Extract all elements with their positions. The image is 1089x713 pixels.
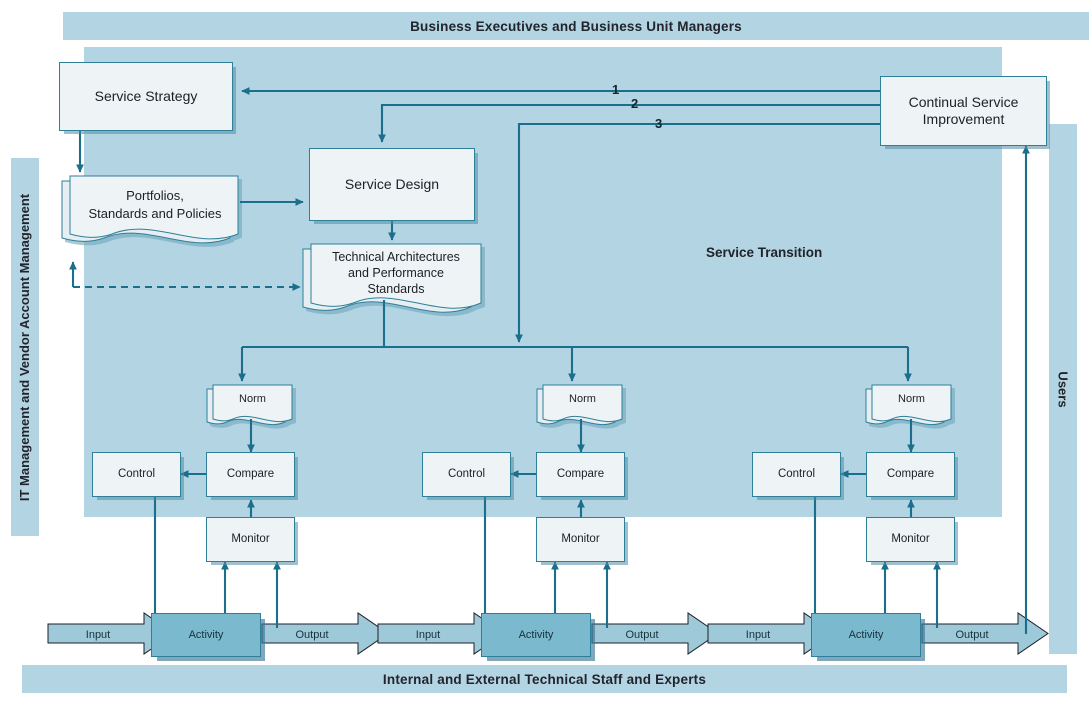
feedback-label-3: 3 [655, 116, 663, 131]
label-input-2-text: Input [415, 628, 441, 641]
doc-norm-1[interactable]: Norm [213, 385, 292, 419]
itil-service-management-diagram: Business Executives and Business Unit Ma… [0, 0, 1089, 713]
box-control-2-label: Control [447, 467, 486, 480]
box-monitor-3[interactable]: Monitor [866, 517, 955, 562]
doc-technical-line2: and Performance [348, 266, 444, 280]
box-monitor-1-label: Monitor [231, 532, 270, 545]
box-monitor-3-label: Monitor [891, 532, 930, 545]
box-activity-2-label: Activity [518, 629, 554, 641]
box-control-1[interactable]: Control [92, 452, 181, 497]
label-output-2-text: Output [625, 628, 659, 641]
label-output-1: Output [262, 613, 388, 656]
doc-norm-3[interactable]: Norm [872, 385, 951, 419]
box-control-2[interactable]: Control [422, 452, 511, 497]
doc-portfolios[interactable]: Portfolios, Standards and Policies [70, 176, 240, 221]
box-service-design-label: Service Design [344, 176, 440, 193]
csi-label-line2: Improvement [922, 111, 1005, 127]
label-input-1: Input [48, 613, 174, 656]
box-compare-3-label: Compare [886, 467, 935, 480]
label-output-1-text: Output [295, 628, 329, 641]
box-control-3[interactable]: Control [752, 452, 841, 497]
label-input-1-text: Input [85, 628, 111, 641]
box-monitor-2-label: Monitor [561, 532, 600, 545]
box-compare-2[interactable]: Compare [536, 452, 625, 497]
label-input-2: Input [378, 613, 504, 656]
box-service-strategy[interactable]: Service Strategy [59, 62, 233, 131]
box-compare-1[interactable]: Compare [206, 452, 295, 497]
feedback-label-1: 1 [612, 82, 620, 97]
feedback-label-2: 2 [631, 96, 639, 111]
box-control-3-label: Control [777, 467, 816, 480]
box-control-1-label: Control [117, 467, 156, 480]
feedback-line-3 [515, 122, 884, 343]
label-output-2: Output [592, 613, 718, 656]
doc-technical-architectures[interactable]: Technical Architectures and Performance … [311, 244, 481, 296]
label-output-3: Output [922, 613, 1048, 656]
doc-portfolios-line1: Portfolios, [126, 188, 184, 203]
box-continual-service-improvement[interactable]: Continual Service Improvement [880, 76, 1047, 146]
box-compare-3[interactable]: Compare [866, 452, 955, 497]
box-service-strategy-label: Service Strategy [94, 88, 198, 105]
label-input-3: Input [708, 613, 834, 656]
doc-norm-2[interactable]: Norm [543, 385, 622, 419]
box-compare-1-label: Compare [226, 467, 275, 480]
label-output-3-text: Output [955, 628, 989, 641]
box-compare-2-label: Compare [556, 467, 605, 480]
box-service-design[interactable]: Service Design [309, 148, 475, 221]
doc-technical-line1: Technical Architectures [332, 250, 460, 264]
doc-norm-2-label: Norm [569, 393, 596, 405]
box-activity-3-label: Activity [848, 629, 884, 641]
label-input-3-text: Input [745, 628, 771, 641]
box-monitor-2[interactable]: Monitor [536, 517, 625, 562]
box-monitor-1[interactable]: Monitor [206, 517, 295, 562]
doc-norm-3-label: Norm [898, 393, 925, 405]
csi-label-line1: Continual Service [908, 94, 1019, 111]
doc-norm-1-label: Norm [239, 393, 266, 405]
box-activity-1-label: Activity [188, 629, 224, 641]
